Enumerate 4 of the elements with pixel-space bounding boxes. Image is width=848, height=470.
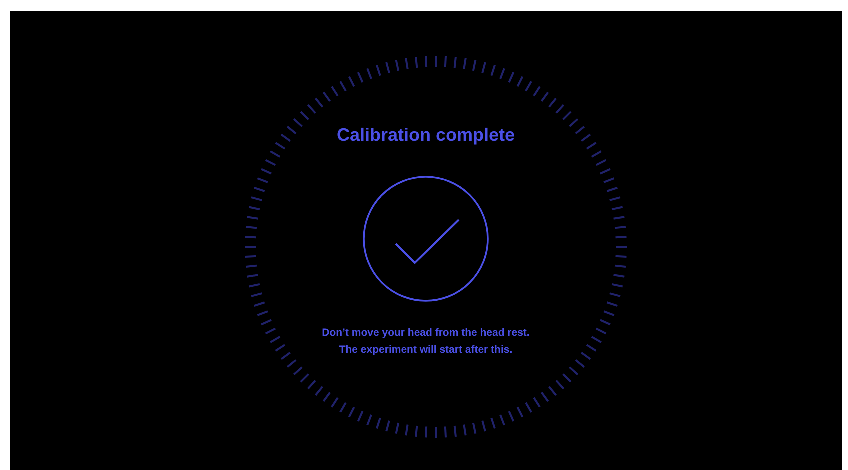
- checkmark-icon: [363, 176, 489, 302]
- screen-title: Calibration complete: [336, 124, 516, 146]
- instruction-text: The experiment will start after this.: [339, 343, 513, 357]
- instruction-text: Don’t move your head from the head rest.: [322, 326, 530, 340]
